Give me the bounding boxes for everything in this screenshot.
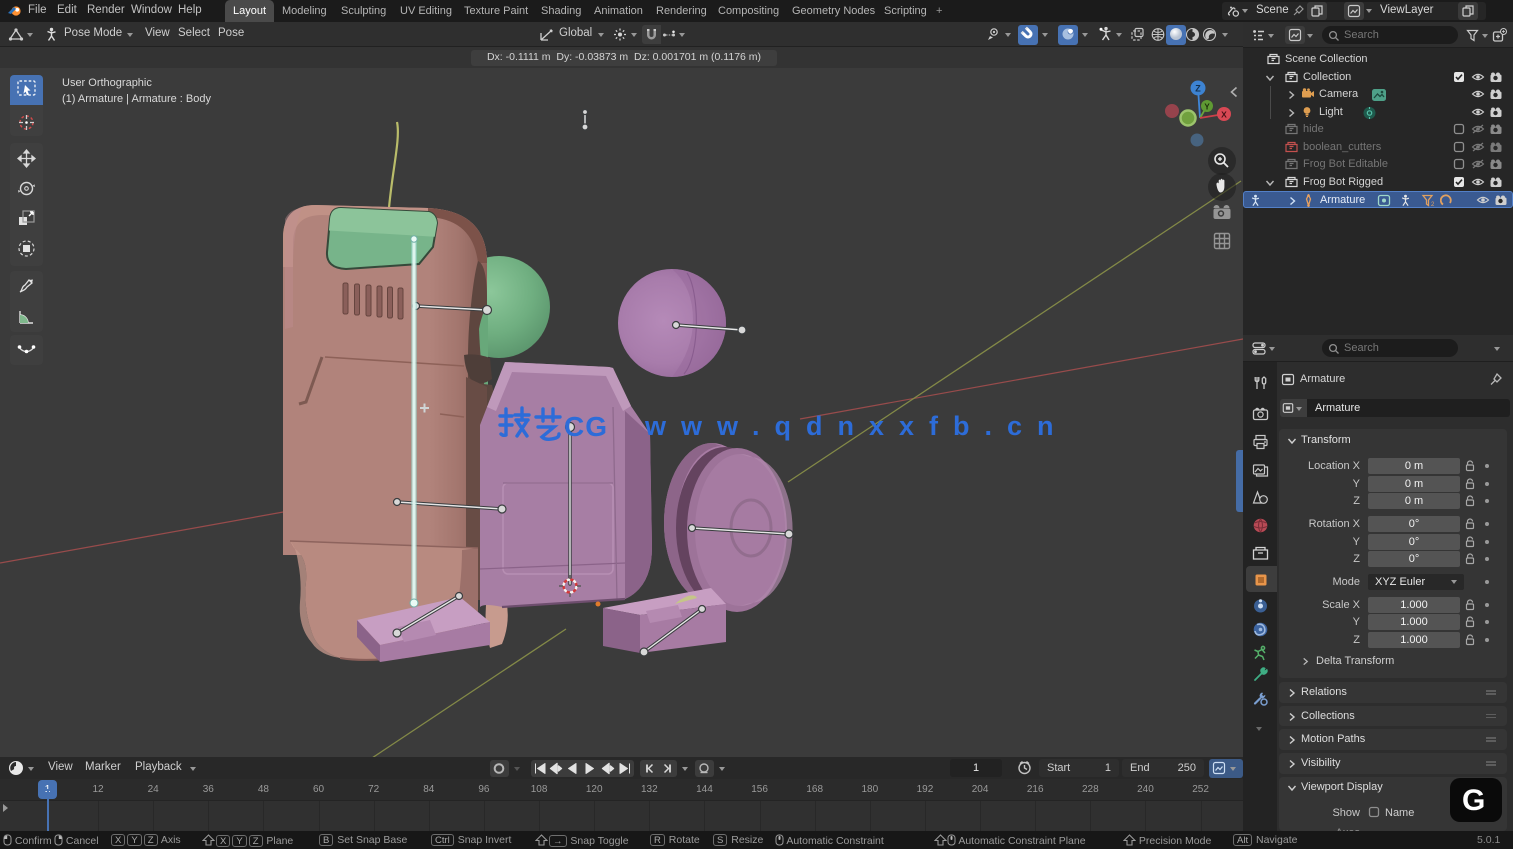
svg-text:2: 2	[1431, 202, 1434, 207]
svg-text:Y: Y	[1204, 103, 1210, 112]
svg-text:X: X	[1221, 110, 1227, 120]
svg-text:Z: Z	[1195, 84, 1201, 94]
